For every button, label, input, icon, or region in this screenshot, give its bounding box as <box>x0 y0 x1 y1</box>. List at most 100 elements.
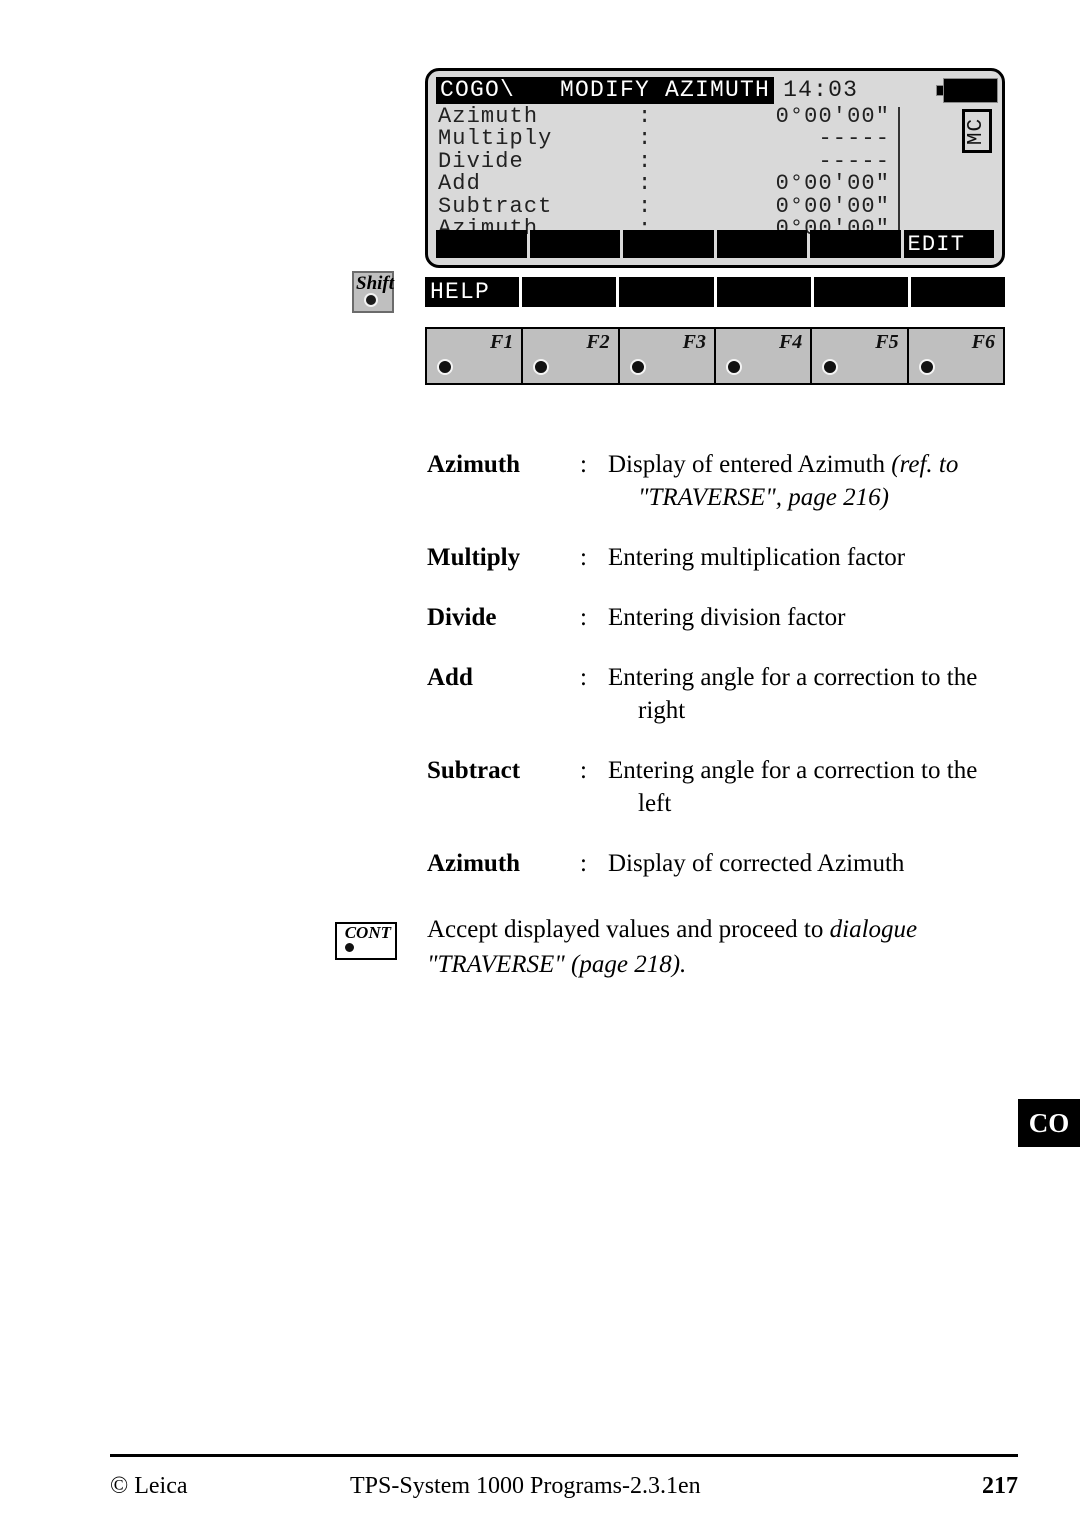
field-value: 0°00'00" <box>775 193 890 219</box>
definition-text: Display of entered Azimuth <box>608 451 892 478</box>
definition-text: Entering angle for a correction to the <box>608 757 978 784</box>
function-key-label: F4 <box>778 331 803 353</box>
field-colon: : <box>638 148 653 174</box>
shift-softkey-f6[interactable] <box>910 277 1006 307</box>
continue-instruction-block: CONT Accept displayed values and proceed… <box>335 912 1015 982</box>
battery-full-icon <box>936 78 998 103</box>
lcd-title-bar: COGO\ MODIFY AZIMUTH 14:03 <box>436 77 998 104</box>
cont-key[interactable]: CONT <box>335 922 397 960</box>
key-dot-icon <box>822 359 839 375</box>
definition-term: Multiply <box>427 544 521 571</box>
definition-text-line2: right <box>638 697 686 724</box>
instruction-text-line2: "TRAVERSE" (page 218). <box>427 951 687 978</box>
definition-term: Subtract <box>427 757 521 784</box>
function-key-f6[interactable]: F6 <box>909 329 1003 383</box>
chapter-side-tab-label: CO <box>1028 1107 1070 1138</box>
function-key-label: F2 <box>586 331 610 353</box>
definition-term: Azimuth <box>427 850 521 877</box>
softkey-f5[interactable] <box>810 230 901 258</box>
shift-softkey-f3[interactable] <box>619 277 714 307</box>
continue-instruction-text: Accept displayed values and proceed to d… <box>427 912 1015 982</box>
definition-colon: : <box>580 757 587 784</box>
definition-term: Azimuth <box>427 451 521 478</box>
function-key-f4[interactable]: F4 <box>716 329 813 383</box>
definition-text-line2: left <box>638 790 672 817</box>
memory-card-indicator: MC <box>962 109 992 153</box>
key-dot-icon <box>629 359 646 375</box>
definition-row-multiply: Multiply : Entering multiplication facto… <box>427 541 1007 574</box>
definition-description: Display of entered Azimuth (ref. to "TRAV… <box>608 448 1007 514</box>
softkey-f6-edit[interactable]: EDIT <box>903 230 994 258</box>
definition-colon: : <box>580 451 587 478</box>
key-dot-icon <box>343 941 356 954</box>
lcd-screen: COGO\ MODIFY AZIMUTH 14:03 Azimuth : 0°0… <box>425 68 1005 268</box>
softkey-f4[interactable] <box>716 230 807 258</box>
function-key-row: F1 F2 F3 F4 F5 F6 <box>425 327 1005 385</box>
field-colon: : <box>638 193 653 219</box>
definition-text-line2: "TRAVERSE", page 216) <box>638 484 889 511</box>
shift-key[interactable]: Shift <box>352 271 394 313</box>
field-colon: : <box>638 126 653 152</box>
shift-softkey-f1-help[interactable]: HELP <box>425 277 520 307</box>
softkey-f2[interactable] <box>529 230 620 258</box>
field-label: Add <box>438 171 481 197</box>
definition-row-divide: Divide : Entering division factor <box>427 601 1007 634</box>
memory-card-label: MC <box>965 117 989 145</box>
footer-copyright: © Leica <box>110 1473 188 1499</box>
function-key-f1[interactable]: F1 <box>427 329 524 383</box>
function-key-label: F3 <box>682 331 706 353</box>
definition-colon: : <box>580 664 587 691</box>
instruction-text: Accept displayed values and proceed to <box>427 916 830 943</box>
function-key-f2[interactable]: F2 <box>523 329 620 383</box>
shift-softkey-f4[interactable] <box>716 277 811 307</box>
cont-key-label: CONT <box>344 923 391 942</box>
definition-colon: : <box>580 604 587 631</box>
definition-description: Entering angle for a correction to the le… <box>608 754 1007 820</box>
function-key-label: F5 <box>875 331 899 353</box>
lcd-row-subtract[interactable]: Subtract : 0°00'00" <box>438 193 890 219</box>
lcd-row-divide[interactable]: Divide : ----- <box>438 148 890 174</box>
lcd-vertical-divider <box>898 107 900 239</box>
key-dot-icon <box>364 293 378 307</box>
key-dot-icon <box>918 359 935 375</box>
definition-description: Entering division factor <box>608 604 846 631</box>
definition-colon: : <box>580 544 587 571</box>
function-key-f5[interactable]: F5 <box>812 329 909 383</box>
shift-softkey-bar: HELP <box>425 277 1006 307</box>
key-dot-icon <box>437 359 453 375</box>
device-illustration: COGO\ MODIFY AZIMUTH 14:03 Azimuth : 0°0… <box>330 55 1020 395</box>
definition-row-azimuth-in: Azimuth : Display of entered Azimuth (re… <box>427 448 1007 514</box>
lcd-softkey-bar: EDIT <box>436 230 994 258</box>
footer-divider <box>110 1454 1018 1457</box>
definition-row-azimuth-out: Azimuth : Display of corrected Azimuth <box>427 847 1007 880</box>
definition-description: Entering multiplication factor <box>608 544 906 571</box>
field-value: ----- <box>818 148 890 174</box>
field-value: ----- <box>818 126 890 152</box>
function-key-f3[interactable]: F3 <box>620 329 716 383</box>
page-number: 217 <box>982 1473 1018 1499</box>
shift-softkey-f5[interactable] <box>813 277 908 307</box>
definition-term: Divide <box>427 604 497 631</box>
field-label: Divide <box>438 148 524 174</box>
chapter-side-tab: CO <box>1018 1099 1080 1147</box>
page-footer: © Leica TPS-System 1000 Programs-2.3.1en… <box>110 1468 1018 1504</box>
definition-description: Display of corrected Azimuth <box>608 850 905 877</box>
function-key-label: F6 <box>971 331 995 353</box>
definition-description: Entering angle for a correction to the ri… <box>608 661 1007 727</box>
lcd-row-add[interactable]: Add : 0°00'00" <box>438 171 890 197</box>
shift-softkey-f2[interactable] <box>522 277 617 307</box>
lcd-row-azimuth-in[interactable]: Azimuth : 0°00'00" <box>438 103 890 129</box>
field-colon: : <box>638 103 653 129</box>
field-description-list: Azimuth : Display of entered Azimuth (re… <box>427 448 1007 907</box>
field-label: Azimuth <box>438 103 539 129</box>
lcd-row-multiply[interactable]: Multiply : ----- <box>438 126 890 152</box>
definition-row-add: Add : Entering angle for a correction to… <box>427 661 1007 727</box>
lcd-title: COGO\ MODIFY AZIMUTH <box>436 77 775 104</box>
field-value: 0°00'00" <box>775 171 890 197</box>
lcd-clock: 14:03 <box>783 77 859 103</box>
softkey-f1[interactable] <box>436 230 527 258</box>
definition-text-italic: (ref. to <box>891 451 959 478</box>
softkey-f3[interactable] <box>623 230 714 258</box>
field-value: 0°00'00" <box>775 103 890 129</box>
lcd-field-list: Azimuth : 0°00'00" Multiply : ----- Divi… <box>438 103 890 242</box>
